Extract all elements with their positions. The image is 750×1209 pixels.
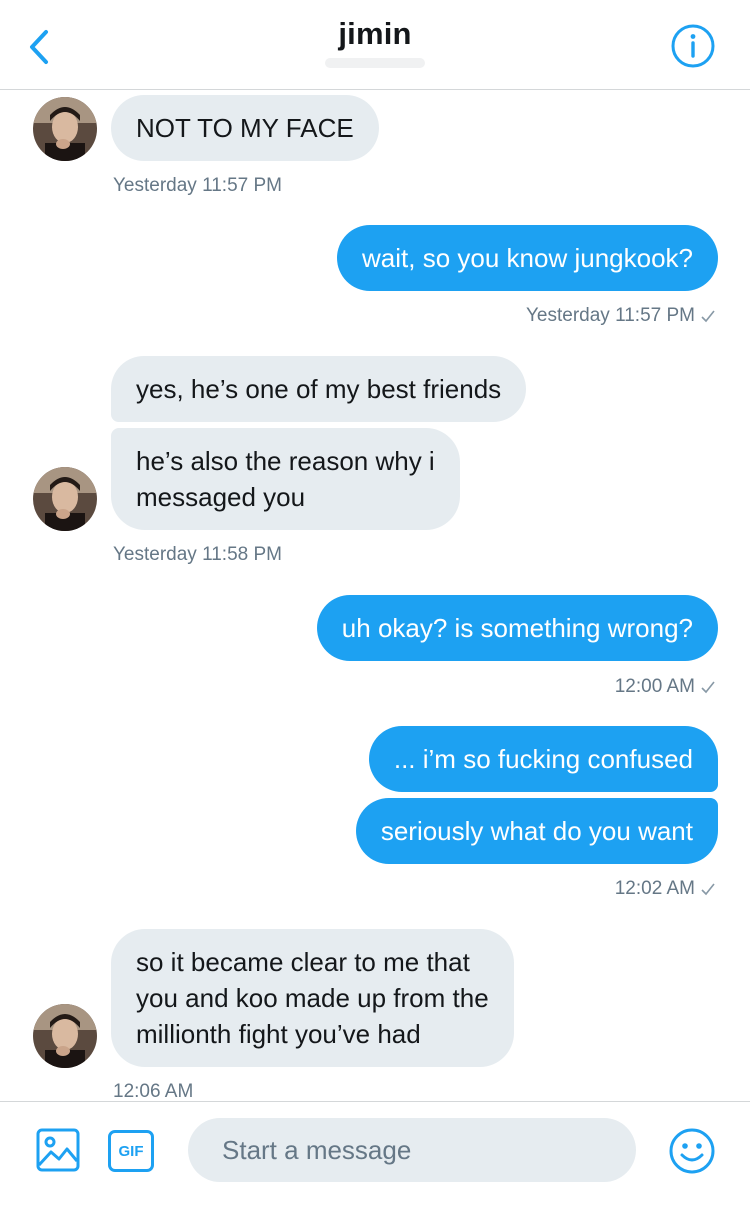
user-handle-blurred (325, 58, 425, 68)
outgoing-message-bubble[interactable]: seriously what do you want (355, 798, 718, 864)
avatar-photo (33, 97, 97, 161)
check-icon (701, 681, 715, 694)
gif-button[interactable]: GIF (108, 1130, 154, 1172)
message-timestamp: Yesterday 11:57 PM (113, 175, 282, 196)
message-input[interactable] (188, 1118, 636, 1182)
avatar[interactable] (33, 467, 97, 531)
message-timestamp-row: 12:00 AM (615, 676, 715, 698)
message-timestamp: 12:00 AM (614, 676, 695, 697)
message-timestamp-row: Yesterday 11:57 PM (526, 305, 715, 327)
avatar-photo (33, 1004, 97, 1068)
incoming-message-bubble[interactable]: he’s also the reason why i messaged you (111, 428, 460, 530)
message-timestamp: Yesterday 11:57 PM (526, 305, 695, 326)
check-icon (701, 883, 715, 896)
outgoing-message-bubble[interactable]: wait, so you know jungkook? (337, 225, 718, 291)
message-timestamp: 12:02 AM (614, 878, 695, 899)
image-icon[interactable] (36, 1128, 80, 1172)
incoming-message-bubble[interactable]: so it became clear to me that you and ko… (111, 929, 514, 1067)
info-icon[interactable] (670, 23, 716, 69)
message-composer: GIF (0, 1101, 750, 1209)
emoji-icon[interactable] (668, 1127, 716, 1175)
message-timestamp: Yesterday 11:58 PM (113, 544, 282, 565)
outgoing-message-bubble[interactable]: ... i’m so fucking confused (368, 726, 718, 792)
incoming-message-bubble[interactable]: yes, he’s one of my best friends (111, 356, 527, 422)
conversation-header: jimin (0, 0, 750, 90)
avatar-photo (33, 467, 97, 531)
message-timestamp-row: 12:02 AM (615, 878, 715, 900)
incoming-message-bubble[interactable]: NOT TO MY FACE (111, 95, 379, 161)
avatar[interactable] (33, 1004, 97, 1068)
conversation-title[interactable]: jimin (0, 16, 750, 52)
message-timestamp: 12:06 AM (113, 1081, 194, 1102)
check-icon (701, 310, 715, 323)
outgoing-message-bubble[interactable]: uh okay? is something wrong? (316, 595, 718, 661)
avatar[interactable] (33, 97, 97, 161)
